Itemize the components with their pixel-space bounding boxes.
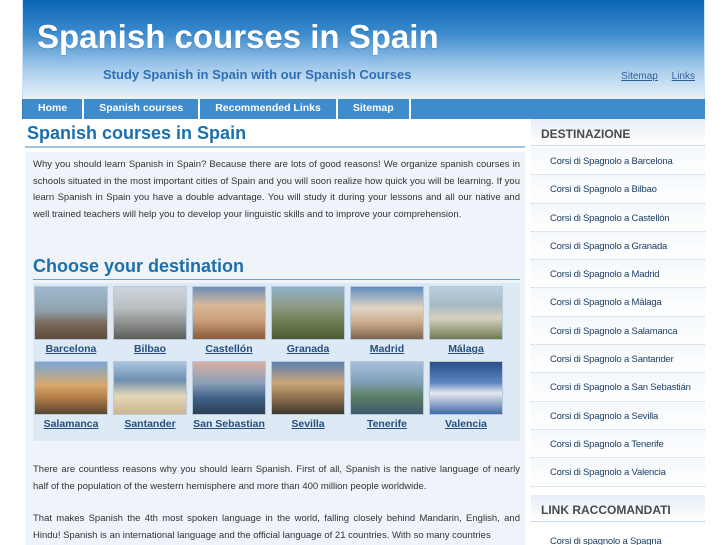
sidebar-link-castellon[interactable]: Corsi di Spagnolo a Castellón (531, 204, 705, 224)
tenerife-thumbnail (350, 361, 424, 415)
destinations-heading: Choose your destination (33, 256, 245, 276)
destination-link-malaga[interactable]: Málaga (428, 343, 504, 355)
sidebar-item: Corsi di Spagnolo a Granada (531, 231, 705, 261)
malaga-thumbnail (429, 286, 503, 340)
sidebar-link-granada[interactable]: Corsi di Spagnolo a Granada (531, 232, 705, 252)
sidebar-item: Corsi di Spagnolo a Castellón (531, 203, 705, 232)
san-sebastian-thumbnail (192, 361, 266, 415)
destination-card[interactable]: Castellón (191, 286, 267, 355)
destination-card[interactable]: San Sebastian (191, 361, 267, 430)
sidebar-item: Corsi di Spagnolo a Málaga (531, 288, 705, 317)
sidebar-destination-list: Corsi di Spagnolo a Barcelona Corsi di S… (531, 147, 705, 487)
page-wrapper: Spanish courses in Spain Study Spanish i… (22, 0, 705, 545)
santander-thumbnail (113, 361, 187, 415)
sidebar-item: Corsi di Spagnolo a Tenerife (531, 429, 705, 459)
destination-link-sevilla[interactable]: Sevilla (270, 418, 346, 430)
nav-home[interactable]: Home (23, 99, 82, 119)
nav-sitemap[interactable]: Sitemap (338, 99, 409, 119)
sidebar-link-bilbao[interactable]: Corsi di Spagnolo a Bilbao (531, 175, 705, 195)
destination-card[interactable]: Granada (270, 286, 346, 355)
sidebar-link-spagna[interactable]: Corsi di spagnolo a Spagna (531, 527, 705, 545)
content-box: Why you should learn Spanish in Spain? B… (25, 152, 525, 545)
destination-link-barcelona[interactable]: Barcelona (33, 343, 109, 355)
destination-card[interactable]: Santander (112, 361, 188, 430)
sidebar-link-valencia[interactable]: Corsi di Spagnolo a Valencia (531, 458, 705, 478)
destination-link-castellon[interactable]: Castellón (191, 343, 267, 355)
sidebar-item: Corsi di spagnolo a Spagna (531, 527, 705, 545)
madrid-thumbnail (350, 286, 424, 340)
reasons-paragraph: There are countless reasons why you shou… (33, 464, 520, 492)
sidebar-item: Corsi di Spagnolo a Salamanca (531, 316, 705, 346)
destination-card[interactable]: Tenerife (349, 361, 425, 430)
sidebar-heading-destinazione: DESTINAZIONE (531, 119, 705, 146)
sidebar-link-salamanca[interactable]: Corsi di Spagnolo a Salamanca (531, 317, 705, 337)
main-content: Spanish courses in Spain Why you should … (22, 119, 527, 545)
sidebar-link-tenerife[interactable]: Corsi di Spagnolo a Tenerife (531, 430, 705, 450)
destination-card[interactable]: Salamanca (33, 361, 109, 430)
destination-card[interactable]: Bilbao (112, 286, 188, 355)
granada-thumbnail (271, 286, 345, 340)
barcelona-thumbnail (34, 286, 108, 340)
sidebar-link-sevilla[interactable]: Corsi di Spagnolo a Sevilla (531, 402, 705, 422)
site-header: Spanish courses in Spain Study Spanish i… (22, 0, 705, 99)
links-link[interactable]: Links (672, 71, 695, 82)
sevilla-thumbnail (271, 361, 345, 415)
sidebar-item: Corsi di Spagnolo a Madrid (531, 260, 705, 289)
sidebar-recommended-list: Corsi di spagnolo a Spagna (531, 527, 705, 545)
castellon-thumbnail (192, 286, 266, 340)
destination-link-santander[interactable]: Santander (112, 418, 188, 430)
intro-paragraph: Why you should learn Spanish in Spain? B… (33, 159, 520, 221)
sidebar-link-malaga[interactable]: Corsi di Spagnolo a Málaga (531, 288, 705, 308)
destination-card[interactable]: Barcelona (33, 286, 109, 355)
sidebar-heading-link-raccomandati: LINK RACCOMANDATI (531, 495, 705, 522)
destinations-grid: Barcelona Bilbao Castellón Granada Madri… (33, 283, 520, 441)
sidebar-item: Corsi di Spagnolo a Barcelona (531, 147, 705, 176)
title-divider (25, 146, 525, 148)
sidebar-link-san-sebastian[interactable]: Corsi di Spagnolo a San Sebastián (531, 373, 705, 393)
sidebar-item: Corsi di Spagnolo a Valencia (531, 458, 705, 487)
sidebar-item: Corsi di Spagnolo a San Sebastián (531, 373, 705, 402)
destination-link-madrid[interactable]: Madrid (349, 343, 425, 355)
sidebar: DESTINAZIONE Corsi di Spagnolo a Barcelo… (531, 119, 705, 545)
sidebar-link-madrid[interactable]: Corsi di Spagnolo a Madrid (531, 260, 705, 280)
destination-card[interactable]: Madrid (349, 286, 425, 355)
language-paragraph: That makes Spanish the 4th most spoken l… (33, 513, 520, 541)
destination-card[interactable]: Málaga (428, 286, 504, 355)
destination-link-salamanca[interactable]: Salamanca (33, 418, 109, 430)
destination-link-san-sebastian[interactable]: San Sebastian (191, 418, 267, 430)
sitemap-link[interactable]: Sitemap (621, 71, 658, 82)
bilbao-thumbnail (113, 286, 187, 340)
salamanca-thumbnail (34, 361, 108, 415)
valencia-thumbnail (429, 361, 503, 415)
site-tagline: Study Spanish in Spain with our Spanish … (103, 67, 412, 82)
destination-card[interactable]: Sevilla (270, 361, 346, 430)
page-title: Spanish courses in Spain (27, 123, 247, 143)
sidebar-item: Corsi di Spagnolo a Bilbao (531, 175, 705, 204)
destination-link-tenerife[interactable]: Tenerife (349, 418, 425, 430)
main-navigation: Home Spanish courses Recommended Links S… (22, 99, 705, 119)
top-links: Sitemap Links (610, 71, 695, 82)
destinations-divider (33, 279, 520, 280)
nav-spanish-courses[interactable]: Spanish courses (84, 99, 198, 119)
sidebar-item: Corsi di Spagnolo a Sevilla (531, 401, 705, 430)
sidebar-item: Corsi di Spagnolo a Santander (531, 345, 705, 374)
destination-link-granada[interactable]: Granada (270, 343, 346, 355)
destination-link-bilbao[interactable]: Bilbao (112, 343, 188, 355)
nav-recommended-links[interactable]: Recommended Links (200, 99, 336, 119)
sidebar-link-santander[interactable]: Corsi di Spagnolo a Santander (531, 345, 705, 365)
sidebar-link-barcelona[interactable]: Corsi di Spagnolo a Barcelona (531, 147, 705, 167)
destination-link-valencia[interactable]: Valencia (428, 418, 504, 430)
site-title: Spanish courses in Spain (37, 18, 439, 55)
destination-card[interactable]: Valencia (428, 361, 504, 430)
